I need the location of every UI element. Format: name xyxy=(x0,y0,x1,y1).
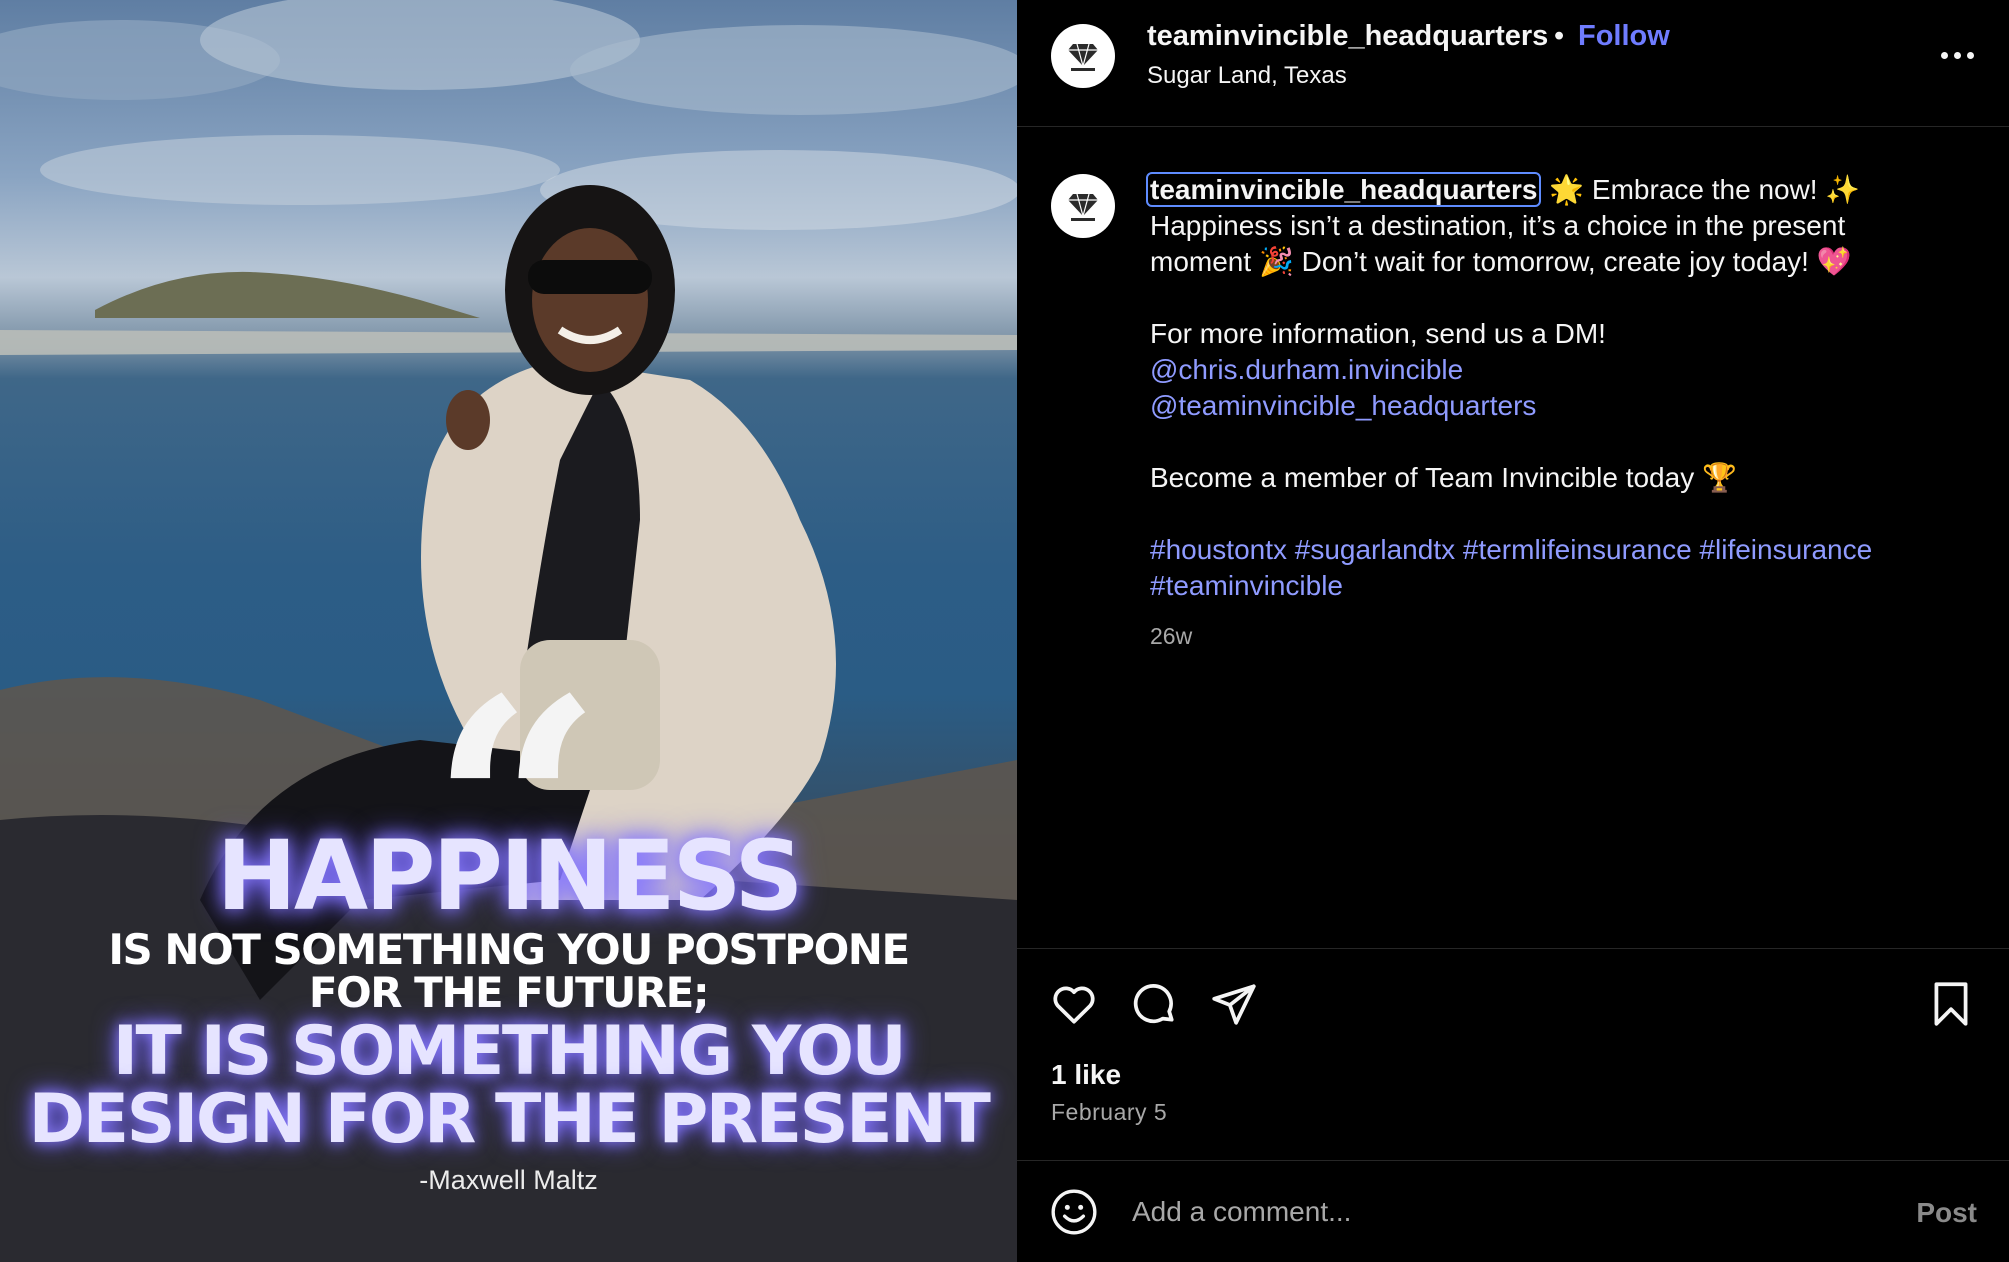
quote-headline: HAPPINESS xyxy=(216,820,804,932)
heart-emoji: 💖 xyxy=(1816,246,1852,277)
post-date: February 5 xyxy=(1051,1099,1168,1125)
follow-button[interactable]: Follow xyxy=(1578,20,1670,53)
quote-line-1: IS NOT SOMETHING YOU POSTPONE xyxy=(108,925,910,974)
likes-count[interactable]: 1 like xyxy=(1051,1059,1121,1091)
caption-line-3b: Don’t wait for tomorrow, create joy toda… xyxy=(1301,246,1809,277)
mention-link-1[interactable]: @chris.durham.invincible xyxy=(1150,354,1463,385)
comment-bar: Post xyxy=(1017,1160,2009,1262)
comment-icon[interactable] xyxy=(1129,979,1179,1029)
share-send-icon[interactable] xyxy=(1209,979,1259,1029)
caption-line-2: Happiness isn’t a destination, it’s a ch… xyxy=(1150,210,1846,241)
bookmark-save-icon[interactable] xyxy=(1926,979,1976,1029)
quote-accent-2: DESIGN FOR THE PRESENT xyxy=(28,1080,991,1159)
more-options-icon[interactable] xyxy=(1935,40,1979,70)
post-caption: teaminvincible_headquarters 🌟 Embrace th… xyxy=(1146,172,1950,654)
quote-mark-icon: “ xyxy=(430,660,600,810)
post-location[interactable]: Sugar Land, Texas xyxy=(1147,62,1347,90)
trophy-emoji: 🏆 xyxy=(1701,462,1737,493)
quote-line-2: FOR THE FUTURE; xyxy=(308,968,710,1017)
caption-member: Become a member of Team Invincible today xyxy=(1150,462,1695,493)
diamond-logo-icon xyxy=(1068,43,1098,71)
quote-author: -Maxwell Maltz xyxy=(419,1165,598,1195)
party-emoji: 🎉 xyxy=(1258,246,1294,277)
author-avatar[interactable] xyxy=(1051,24,1115,88)
mention-link-2[interactable]: @teaminvincible_headquarters xyxy=(1150,390,1536,421)
star-emoji: 🌟 xyxy=(1549,174,1585,205)
caption-line-3a: moment xyxy=(1150,246,1252,277)
caption-info: For more information, send us a DM! xyxy=(1150,318,1606,349)
emoji-smiley-icon[interactable] xyxy=(1049,1187,1099,1237)
caption-time-ago[interactable]: 26w xyxy=(1150,618,1950,654)
caption-line-1: Embrace the now! xyxy=(1591,174,1818,205)
comment-input[interactable] xyxy=(1132,1186,1832,1238)
hashtags-line-1[interactable]: #houstontx #sugarlandtx #termlifeinsuran… xyxy=(1150,534,1872,565)
caption-username[interactable]: teaminvincible_headquarters xyxy=(1146,172,1542,207)
action-bar: 1 like February 5 xyxy=(1017,948,2009,1160)
caption-avatar[interactable] xyxy=(1051,174,1115,238)
author-username[interactable]: teaminvincible_headquarters xyxy=(1147,20,1548,53)
like-heart-icon[interactable] xyxy=(1049,979,1099,1029)
diamond-logo-icon xyxy=(1068,193,1098,221)
post-comment-button[interactable]: Post xyxy=(1916,1197,1977,1229)
separator-dot: • xyxy=(1554,20,1565,52)
sparkles-emoji: ✨ xyxy=(1825,174,1861,205)
post-header: teaminvincible_headquarters • Follow Sug… xyxy=(1017,0,2009,127)
post-details-panel: teaminvincible_headquarters • Follow Sug… xyxy=(1017,0,2009,1262)
caption-area: teaminvincible_headquarters 🌟 Embrace th… xyxy=(1017,128,2009,948)
post-image[interactable]: “ HAPPINESS IS NOT SOMETHING YOU POSTPON… xyxy=(0,0,1017,1262)
hashtags-line-2[interactable]: #teaminvincible xyxy=(1150,570,1343,601)
